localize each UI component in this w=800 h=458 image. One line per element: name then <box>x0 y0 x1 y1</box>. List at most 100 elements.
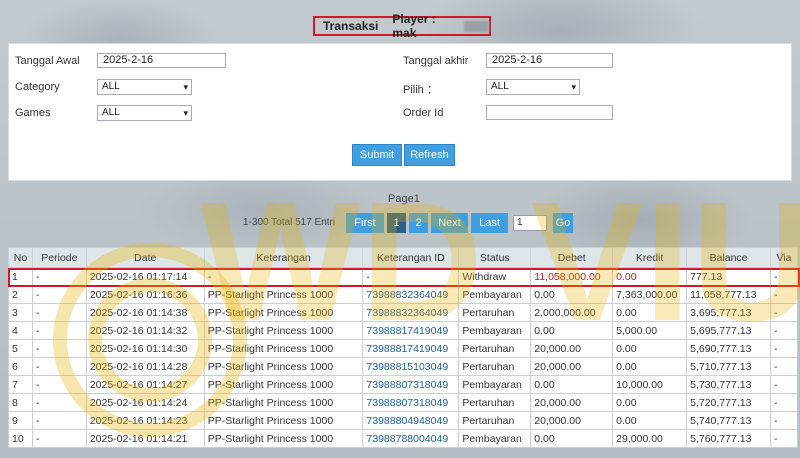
col-no: No <box>8 247 33 268</box>
cell-kredit: 0.00 <box>612 339 688 358</box>
cell-keterangan-id[interactable]: 73988815103049 <box>362 357 460 376</box>
start-date-label: Tanggal Awal <box>15 55 80 67</box>
cell-keterangan-id[interactable]: 73988804948049 <box>362 411 460 430</box>
cell-keterangan: PP-Starlight Princess 1000 <box>203 357 364 376</box>
last-page-button[interactable]: Last <box>471 213 508 233</box>
cell-date: 2025-02-16 01:14:32 <box>85 321 205 340</box>
cell-keterangan: PP-Starlight Princess 1000 <box>203 393 364 412</box>
cell-balance: 3,695,777.13 <box>686 303 771 322</box>
cell-no: 8 <box>8 393 33 412</box>
category-label: Category <box>15 81 60 93</box>
goto-page-input[interactable]: 1 <box>513 215 547 231</box>
cell-kredit: 0.00 <box>612 357 688 376</box>
cell-kredit: 10,000.00 <box>612 375 688 394</box>
col-kredit: Kredit <box>612 247 688 268</box>
cell-debet: 0.00 <box>530 429 614 448</box>
table-row: 3-2025-02-16 01:14:38 PP-Starlight Prince… <box>8 303 799 322</box>
go-button[interactable]: Go <box>553 213 573 233</box>
refresh-button[interactable]: Refresh <box>404 144 455 166</box>
cell-date: 2025-02-16 01:17:14 <box>85 267 205 286</box>
cell-status: Pertaruhan <box>458 411 532 430</box>
cell-periode: - <box>31 411 87 430</box>
first-page-button[interactable]: First <box>346 213 384 233</box>
cell-keterangan-id[interactable]: 73988817419049 <box>362 321 460 340</box>
cell-via: - <box>769 357 799 376</box>
cell-balance: 777.13 <box>686 267 771 286</box>
cell-status: Withdraw <box>458 267 532 286</box>
cell-balance: 5,710,777.13 <box>686 357 771 376</box>
page-title: Transaksi Player : mak <box>313 12 491 40</box>
table-row: 5-2025-02-16 01:14:30 PP-Starlight Prince… <box>8 339 799 358</box>
page-1-button[interactable]: 1 <box>387 213 406 233</box>
cell-debet: 2,000,000.00 <box>530 303 614 322</box>
cell-keterangan-id[interactable]: 73988807318049 <box>362 375 460 394</box>
cell-debet: 20,000.00 <box>530 411 614 430</box>
table-header-row: No Periode Date Keterangan Keterangan ID… <box>8 247 799 268</box>
end-date-input[interactable]: 2025-2-16 <box>486 53 613 68</box>
cell-via: - <box>769 303 799 322</box>
cell-keterangan-id[interactable]: 73988788004049 <box>362 429 460 448</box>
cell-via: - <box>769 411 799 430</box>
games-select-value: ALL <box>102 107 120 118</box>
cell-keterangan: - <box>203 267 364 286</box>
table-row: 4-2025-02-16 01:14:32 PP-Starlight Prince… <box>8 321 799 340</box>
cell-via: - <box>769 429 799 448</box>
pilih-select-value: ALL <box>491 81 509 92</box>
page-2-button[interactable]: 2 <box>409 213 428 233</box>
pilih-select[interactable]: ALL ▾ <box>486 79 580 95</box>
table-row: 9-2025-02-16 01:14:23 PP-Starlight Prince… <box>8 411 799 430</box>
next-page-button[interactable]: Next <box>431 213 468 233</box>
order-id-label: Order Id <box>403 107 444 119</box>
cell-keterangan-id[interactable]: 73988832364049 <box>362 303 460 322</box>
cell-debet: 11,058,000.00 <box>530 267 614 286</box>
cell-date: 2025-02-16 01:14:24 <box>85 393 205 412</box>
cell-balance: 5,720,777.13 <box>686 393 771 412</box>
cell-no: 9 <box>8 411 33 430</box>
cell-keterangan-id[interactable]: 73988832364049 <box>362 285 460 304</box>
cell-date: 2025-02-16 01:14:21 <box>85 429 205 448</box>
cell-debet: 20,000.00 <box>530 357 614 376</box>
cell-kredit: 0.00 <box>612 393 688 412</box>
pilih-label: Pilih ： <box>403 84 438 96</box>
cell-status: Pertaruhan <box>458 393 532 412</box>
cell-periode: - <box>31 321 87 340</box>
page-indicator: Page1 <box>388 193 420 205</box>
cell-no: 10 <box>8 429 33 448</box>
order-id-input[interactable] <box>486 105 613 120</box>
chevron-down-icon: ▾ <box>571 82 576 92</box>
chevron-down-icon: ▾ <box>183 108 188 118</box>
cell-keterangan-id: - <box>362 267 460 286</box>
cell-keterangan: PP-Starlight Princess 1000 <box>203 429 364 448</box>
category-select[interactable]: ALL ▾ <box>97 79 192 95</box>
games-select[interactable]: ALL ▾ <box>97 105 192 121</box>
cell-periode: - <box>31 303 87 322</box>
cell-no: 6 <box>8 357 33 376</box>
entries-total: 1-300 Total 517 Entri <box>243 217 336 228</box>
submit-button[interactable]: Submit <box>352 144 402 166</box>
cell-status: Pembayaran <box>458 429 532 448</box>
table-row: 10 - 2025-02-16 01:14:21 PP-Starlight Princ… <box>8 429 799 448</box>
cell-status: Pertaruhan <box>458 303 532 322</box>
cell-via: - <box>769 375 799 394</box>
cell-via: - <box>769 285 799 304</box>
cell-keterangan-id[interactable]: 73988817419049 <box>362 339 460 358</box>
cell-periode: - <box>31 393 87 412</box>
cell-via: - <box>769 393 799 412</box>
cell-keterangan: PP-Starlight Princess 1000 <box>203 321 364 340</box>
games-label: Games <box>15 107 51 119</box>
cell-balance: 5,740,777.13 <box>686 411 771 430</box>
start-date-input[interactable]: 2025-2-16 <box>97 53 226 68</box>
cell-periode: - <box>31 357 87 376</box>
col-keterangan-id: Keterangan ID <box>362 247 460 268</box>
cell-no: 1 <box>8 267 33 286</box>
cell-keterangan-id[interactable]: 73988807318049 <box>362 393 460 412</box>
table-row: 7-2025-02-16 01:14:27 PP-Starlight Prince… <box>8 375 799 394</box>
cell-status: Pertaruhan <box>458 339 532 358</box>
cell-debet: 0.00 <box>530 375 614 394</box>
cell-balance: 5,730,777.13 <box>686 375 771 394</box>
cell-keterangan: PP-Starlight Princess 1000 <box>203 375 364 394</box>
cell-periode: - <box>31 267 87 286</box>
cell-kredit: 29,000.00 <box>612 429 688 448</box>
cell-date: 2025-02-16 01:14:23 <box>85 411 205 430</box>
cell-no: 3 <box>8 303 33 322</box>
